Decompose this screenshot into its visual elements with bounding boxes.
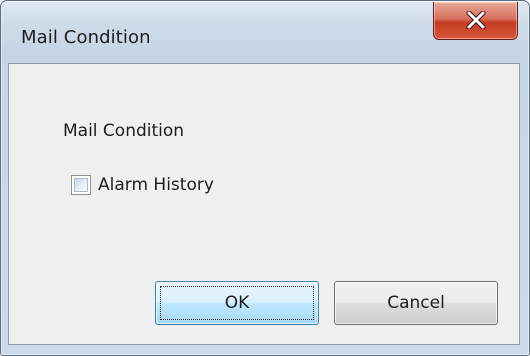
close-icon xyxy=(466,11,486,29)
title-bar[interactable]: Mail Condition xyxy=(1,1,529,51)
ok-button-label: OK xyxy=(224,293,250,313)
checkbox-fill xyxy=(74,178,88,192)
cancel-button-label: Cancel xyxy=(387,293,445,313)
alarm-history-label[interactable]: Alarm History xyxy=(98,175,214,195)
cancel-button[interactable]: Cancel xyxy=(334,281,498,325)
dialog-window: Mail Condition Mail Condition Alarm Hist… xyxy=(0,0,530,356)
alarm-history-checkbox[interactable] xyxy=(71,175,91,195)
dialog-content: Mail Condition Alarm History OK Cancel xyxy=(8,63,520,345)
ok-button[interactable]: OK xyxy=(155,281,319,325)
alarm-history-option[interactable]: Alarm History xyxy=(71,174,214,196)
window-title: Mail Condition xyxy=(21,27,151,48)
close-button[interactable] xyxy=(433,2,518,40)
group-label: Mail Condition xyxy=(63,121,185,141)
